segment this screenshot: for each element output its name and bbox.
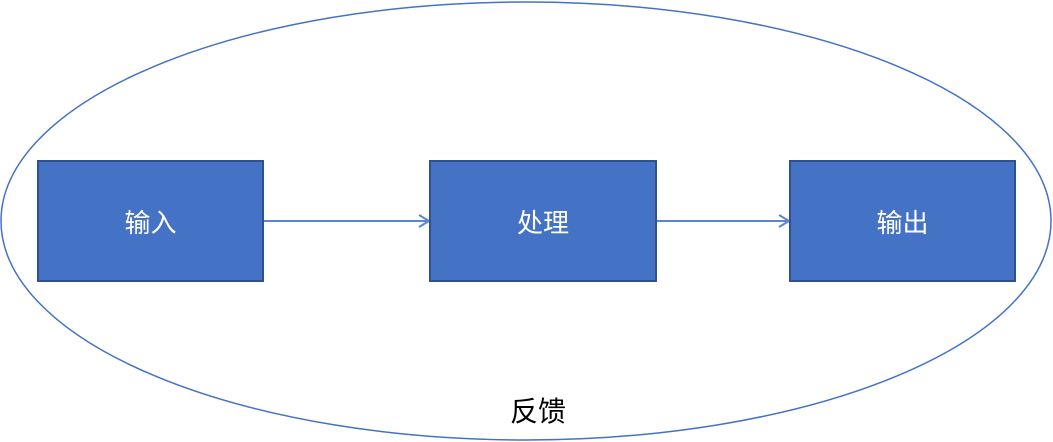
node-input-label: 输入 (124, 208, 177, 239)
node-process: 处理 (429, 160, 657, 282)
node-output-label: 输出 (876, 208, 929, 239)
feedback-label: 反馈 (510, 395, 567, 428)
node-output: 输出 (789, 160, 1016, 282)
node-input: 输入 (37, 160, 264, 282)
node-process-label: 处理 (516, 208, 569, 239)
